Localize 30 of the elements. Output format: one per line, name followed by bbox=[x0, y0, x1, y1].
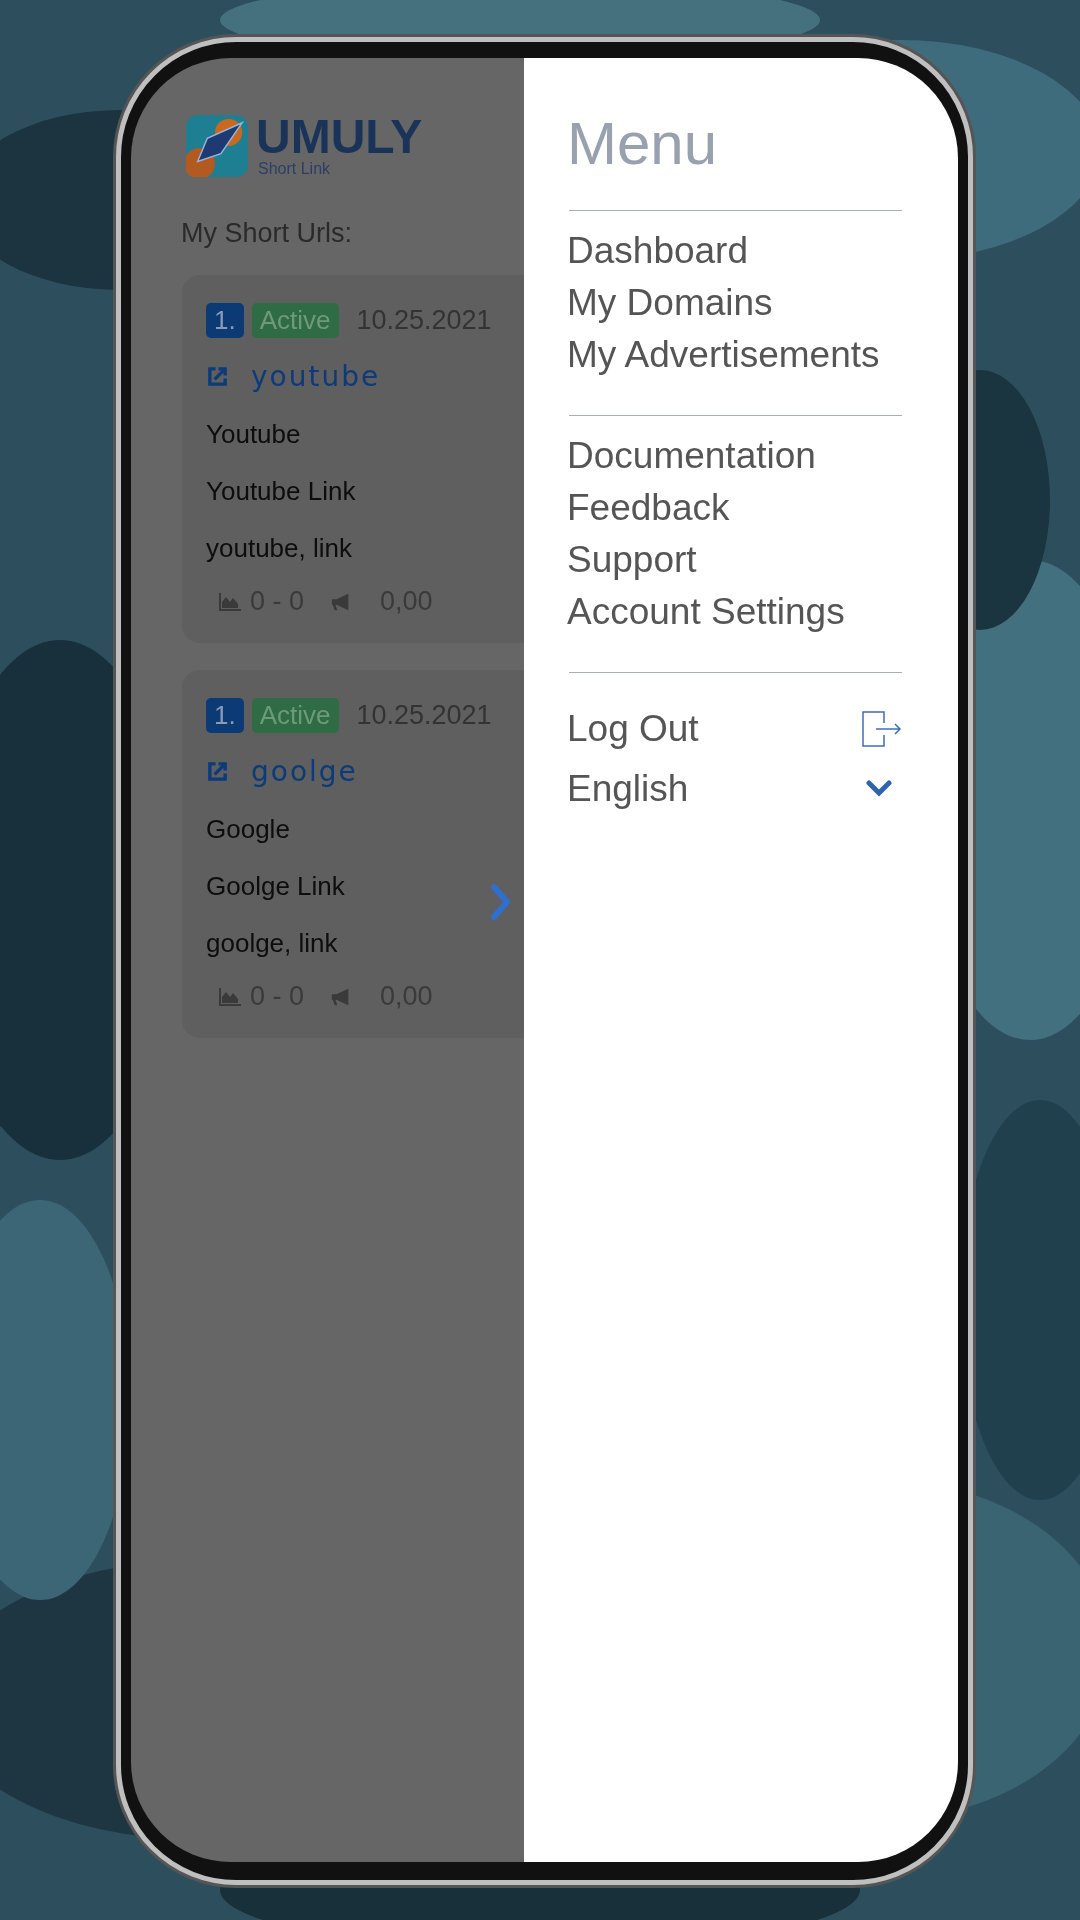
index-badge: 1. bbox=[206, 303, 244, 338]
url-tags: goolge, link bbox=[206, 928, 524, 959]
external-link-icon bbox=[206, 760, 229, 783]
menu-item[interactable]: Support bbox=[567, 534, 902, 586]
language-select[interactable]: English bbox=[567, 763, 689, 815]
url-description: Youtube Link bbox=[206, 476, 357, 507]
logout-link[interactable]: Log Out bbox=[567, 703, 699, 755]
menu-title: Menu bbox=[567, 112, 719, 176]
menu-item[interactable]: My Domains bbox=[567, 277, 902, 329]
menu-item[interactable]: Documentation bbox=[567, 430, 902, 482]
url-title: Google bbox=[206, 814, 291, 845]
brand-name: UMULY bbox=[256, 114, 423, 160]
url-tags: youtube, link bbox=[206, 533, 524, 564]
pen-nib-logo-icon bbox=[186, 115, 248, 177]
chevron-down-icon[interactable] bbox=[866, 780, 892, 798]
status-badge: Active bbox=[251, 303, 339, 338]
external-link-icon bbox=[206, 365, 229, 388]
status-badge: Active bbox=[251, 698, 339, 733]
menu-item[interactable]: Dashboard bbox=[567, 225, 902, 277]
url-description: Goolge Link bbox=[206, 871, 346, 902]
section-heading: My Short Urls: bbox=[181, 218, 354, 249]
area-chart-icon bbox=[218, 591, 242, 612]
menu-item[interactable]: Account Settings bbox=[567, 586, 902, 638]
index-badge: 1. bbox=[206, 698, 244, 733]
area-chart-icon bbox=[218, 986, 242, 1007]
brand-tagline: Short Link bbox=[258, 160, 332, 178]
logout-icon[interactable] bbox=[862, 711, 902, 747]
menu-item[interactable]: My Advertisements bbox=[567, 329, 902, 381]
menu-item[interactable]: Feedback bbox=[567, 482, 902, 534]
url-title: Youtube bbox=[206, 419, 302, 450]
